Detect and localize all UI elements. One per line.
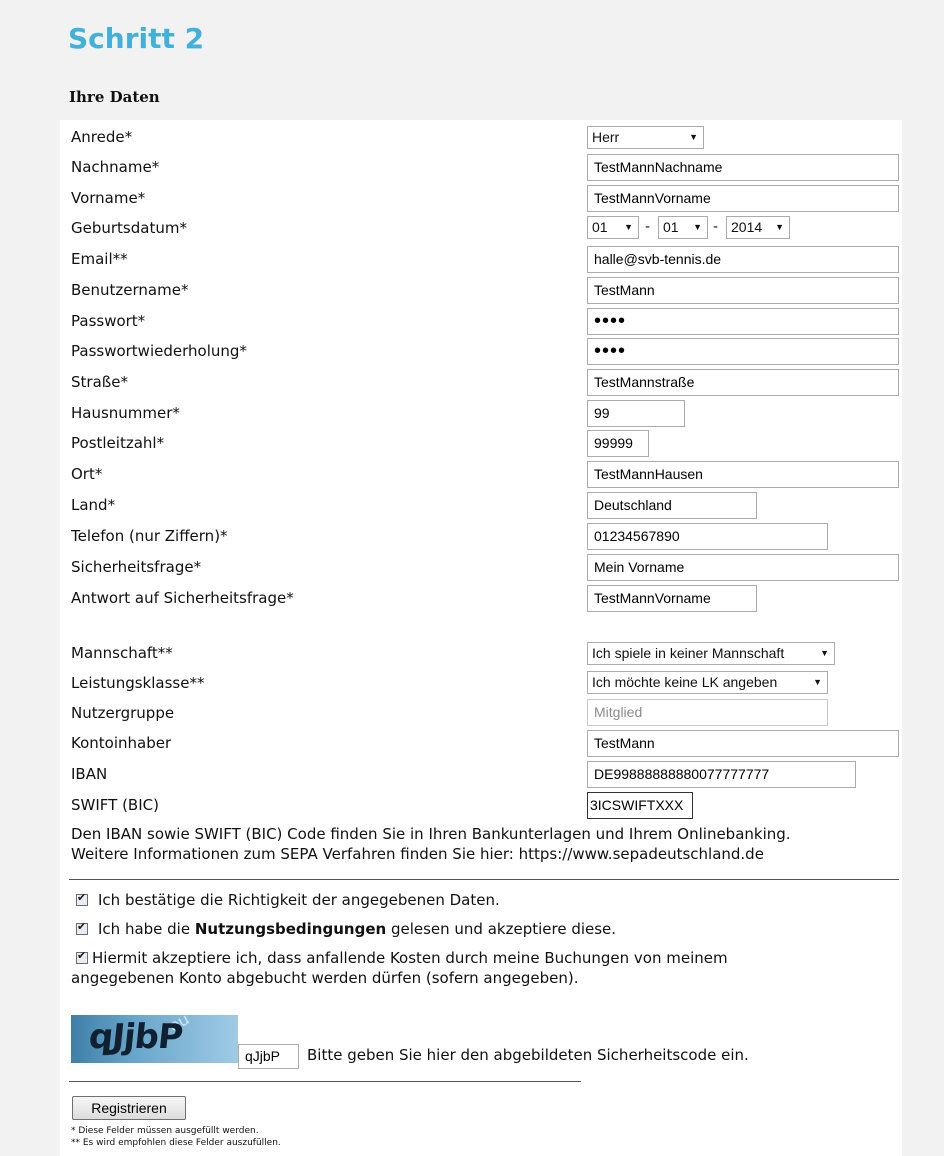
nachname-input[interactable]: TestMannNachname <box>587 154 899 181</box>
label-sicherheitsfrage: Sicherheitsfrage* <box>71 558 202 576</box>
captcha-input[interactable]: qJjbP <box>238 1044 299 1069</box>
swift-input[interactable]: 3ICSWIFTXXX <box>587 792 693 819</box>
mannschaft-select[interactable]: Ich spiele in keiner Mannschaft ▼ <box>587 642 835 665</box>
chevron-down-icon: ▼ <box>624 222 633 232</box>
iban-input[interactable]: DE99888888880077777777 <box>587 761 856 788</box>
geburtsjahr-value: 2014 <box>731 219 763 235</box>
date-separator: - <box>645 219 651 235</box>
leistungsklasse-select[interactable]: Ich möchte keine LK angeben ▼ <box>587 671 828 694</box>
label-email: Email** <box>71 250 128 268</box>
divider <box>69 1081 581 1082</box>
captcha-image-text: qJjbP <box>86 1017 185 1057</box>
nutzungsbedingungen-post: gelesen und akzeptiere diese. <box>386 920 617 938</box>
passwort-input[interactable]: •••• <box>587 308 899 335</box>
label-mannschaft: Mannschaft** <box>71 644 173 662</box>
date-separator: - <box>713 219 719 235</box>
checkbox-daten-bestaetigt[interactable] <box>76 891 88 906</box>
captcha-image: eu qJjbP <box>71 1015 238 1063</box>
register-button[interactable]: Registrieren <box>72 1096 186 1120</box>
geburtstag-select[interactable]: 01 ▼ <box>587 216 639 239</box>
kosten-line2: angegebenen Konto abgebucht werden dürfe… <box>71 969 579 987</box>
vorname-input[interactable]: TestMannVorname <box>587 185 899 212</box>
checkbox-kosten-label: Hiermit akzeptiere ich, dass anfallende … <box>92 948 728 968</box>
page-title: Schritt 2 <box>68 22 205 55</box>
kontoinhaber-input[interactable]: TestMann <box>587 730 899 757</box>
hausnummer-input[interactable]: 99 <box>587 400 685 427</box>
anrede-value: Herr <box>592 129 620 145</box>
email-input[interactable]: halle@svb-tennis.de <box>587 246 899 273</box>
chevron-down-icon: ▼ <box>813 677 822 687</box>
captcha-instruction: Bitte geben Sie hier den abgebildeten Si… <box>307 1046 749 1064</box>
label-iban: IBAN <box>71 765 108 783</box>
checkbox-daten-label: Ich bestätige die Richtigkeit der angege… <box>98 891 500 909</box>
antwort-input[interactable]: TestMannVorname <box>587 585 757 612</box>
geburtsjahr-select[interactable]: 2014 ▼ <box>726 216 790 239</box>
checkbox-nutzungsbedingungen[interactable] <box>76 920 88 935</box>
land-input[interactable]: Deutschland <box>587 492 757 519</box>
checkbox-nutzungsbedingungen-label: Ich habe die Nutzungsbedingungen gelesen… <box>98 919 616 939</box>
chevron-down-icon: ▼ <box>693 222 702 232</box>
label-passwort-wiederholung: Passwortwiederholung* <box>71 342 247 360</box>
footnote-recommended: ** Es wird empfohlen diese Felder auszuf… <box>71 1138 281 1148</box>
leistungsklasse-value: Ich möchte keine LK angeben <box>592 674 778 690</box>
label-vorname: Vorname* <box>71 189 146 207</box>
benutzername-input[interactable]: TestMann <box>587 277 899 304</box>
postleitzahl-input[interactable]: 99999 <box>587 430 649 457</box>
chevron-down-icon: ▼ <box>775 222 784 232</box>
chevron-down-icon: ▼ <box>689 132 698 142</box>
label-passwort: Passwort* <box>71 312 146 330</box>
form-panel <box>60 120 902 1156</box>
divider <box>69 879 899 880</box>
label-land: Land* <box>71 496 116 514</box>
chevron-down-icon: ▼ <box>820 648 829 658</box>
checkbox-kosten-akzeptiert[interactable] <box>76 949 88 964</box>
sepa-info-line1: Den IBAN sowie SWIFT (BIC) Code finden S… <box>71 825 791 843</box>
label-geburtsdatum: Geburtsdatum* <box>71 219 187 237</box>
geburtsmonat-select[interactable]: 01 ▼ <box>658 216 708 239</box>
telefon-input[interactable]: 01234567890 <box>587 523 828 550</box>
nutzungsbedingungen-pre: Ich habe die <box>98 920 195 938</box>
passwort-wiederholung-input[interactable]: •••• <box>587 338 899 365</box>
sicherheitsfrage-input[interactable]: Mein Vorname <box>587 554 899 581</box>
label-telefon: Telefon (nur Ziffern)* <box>71 527 228 545</box>
geburtsmonat-value: 01 <box>663 219 679 235</box>
nutzergruppe-input: Mitglied <box>587 699 828 726</box>
geburtstag-value: 01 <box>592 219 608 235</box>
label-ort: Ort* <box>71 465 103 483</box>
kosten-line1: Hiermit akzeptiere ich, dass anfallende … <box>92 949 728 967</box>
label-anrede: Anrede* <box>71 128 133 146</box>
anrede-select[interactable]: Herr ▼ <box>587 126 704 149</box>
label-postleitzahl: Postleitzahl* <box>71 434 165 452</box>
strasse-input[interactable]: TestMannstraße <box>587 369 899 396</box>
sepa-info-line2: Weitere Informationen zum SEPA Verfahren… <box>71 845 764 863</box>
label-strasse: Straße* <box>71 373 128 391</box>
label-nachname: Nachname* <box>71 158 160 176</box>
label-kontoinhaber: Kontoinhaber <box>71 734 172 752</box>
label-benutzername: Benutzername* <box>71 281 189 299</box>
mannschaft-value: Ich spiele in keiner Mannschaft <box>592 645 785 661</box>
nutzungsbedingungen-link[interactable]: Nutzungsbedingungen <box>195 920 386 938</box>
label-antwort: Antwort auf Sicherheitsfrage* <box>71 589 294 607</box>
label-nutzergruppe: Nutzergruppe <box>71 704 175 722</box>
label-hausnummer: Hausnummer* <box>71 404 180 422</box>
label-swift: SWIFT (BIC) <box>71 796 159 814</box>
label-leistungsklasse: Leistungsklasse** <box>71 674 205 692</box>
section-title: Ihre Daten <box>69 88 160 106</box>
header-band <box>60 0 902 120</box>
ort-input[interactable]: TestMannHausen <box>587 461 899 488</box>
footnote-required: * Diese Felder müssen ausgefüllt werden. <box>71 1126 259 1136</box>
sepa-info: Den IBAN sowie SWIFT (BIC) Code finden S… <box>71 824 791 864</box>
